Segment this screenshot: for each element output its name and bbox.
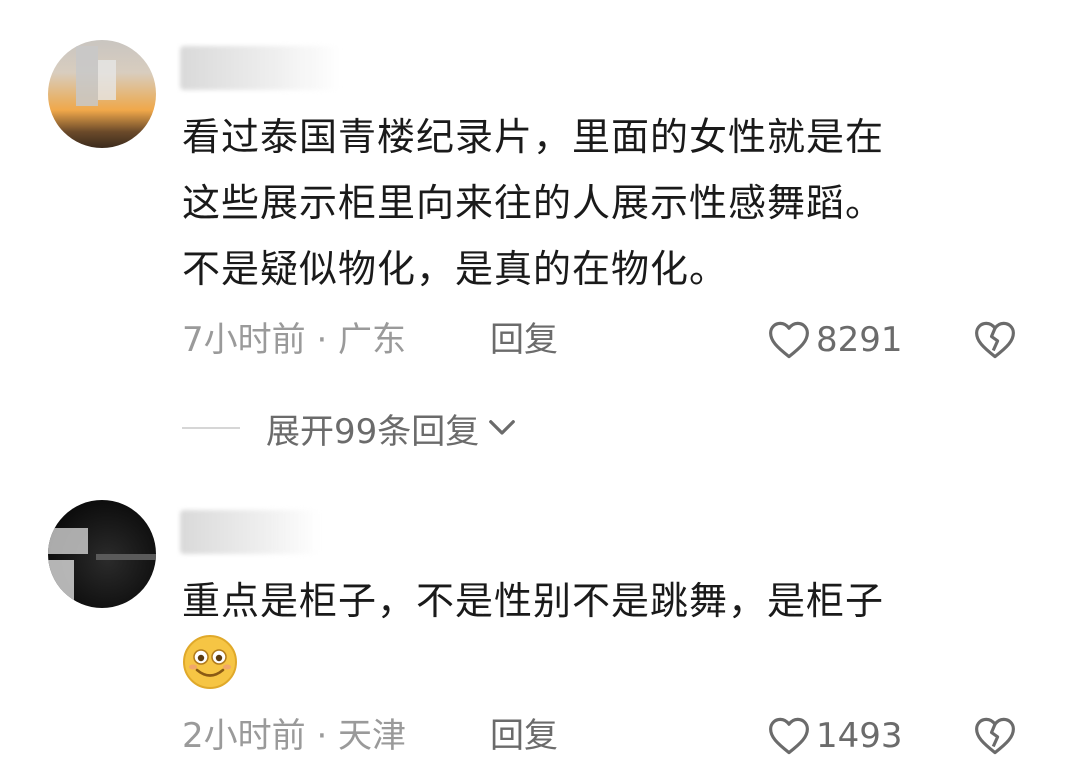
avatar[interactable] [48, 40, 156, 148]
comment-line: 这些展示柜里向来往的人展示性感舞蹈。 [182, 181, 885, 225]
broken-heart-icon [975, 717, 1015, 755]
expand-replies[interactable]: 展开99条回复 [182, 404, 517, 452]
comment-meta-row: 7小时前 · 广东 回复 8291 [182, 318, 1032, 362]
heart-icon [769, 321, 809, 359]
username-blurred[interactable] [180, 46, 340, 90]
comment-text: 看过泰国青楼纪录片，里面的女性就是在 这些展示柜里向来往的人展示性感舞蹈。 不是… [182, 104, 1022, 302]
comment-line: 看过泰国青楼纪录片，里面的女性就是在 [182, 115, 885, 159]
comment-line: 不是疑似物化，是真的在物化。 [182, 247, 729, 291]
like-button[interactable]: 1493 [768, 714, 903, 758]
divider-line [182, 427, 240, 429]
like-count: 1493 [816, 716, 903, 756]
comment-item: 重点是柜子，不是性别不是跳舞，是柜子 2小时前 · 天津 回复 1493 [0, 490, 1080, 778]
expand-replies-label: 展开99条回复 [266, 411, 480, 452]
comment-text: 重点是柜子，不是性别不是跳舞，是柜子 [182, 568, 1022, 634]
time-location: 7小时前 · 广东 [182, 320, 407, 360]
comment-meta-row: 2小时前 · 天津 回复 1493 [182, 714, 1032, 758]
dislike-button[interactable] [974, 320, 1016, 371]
chevron-down-icon [489, 420, 516, 435]
like-count: 8291 [816, 320, 903, 360]
reply-button[interactable]: 回复 [490, 318, 558, 362]
reply-button[interactable]: 回复 [490, 714, 558, 758]
smiling-face-icon [183, 635, 237, 689]
time-location: 2小时前 · 天津 [182, 716, 407, 756]
comment-line: 重点是柜子，不是性别不是跳舞，是柜子 [182, 579, 885, 623]
broken-heart-icon [975, 321, 1015, 359]
comment-item: 看过泰国青楼纪录片，里面的女性就是在 这些展示柜里向来往的人展示性感舞蹈。 不是… [0, 0, 1080, 470]
like-button[interactable]: 8291 [768, 318, 903, 362]
avatar[interactable] [48, 500, 156, 608]
dislike-button[interactable] [974, 716, 1016, 767]
heart-icon [769, 717, 809, 755]
username-blurred[interactable] [180, 510, 320, 554]
